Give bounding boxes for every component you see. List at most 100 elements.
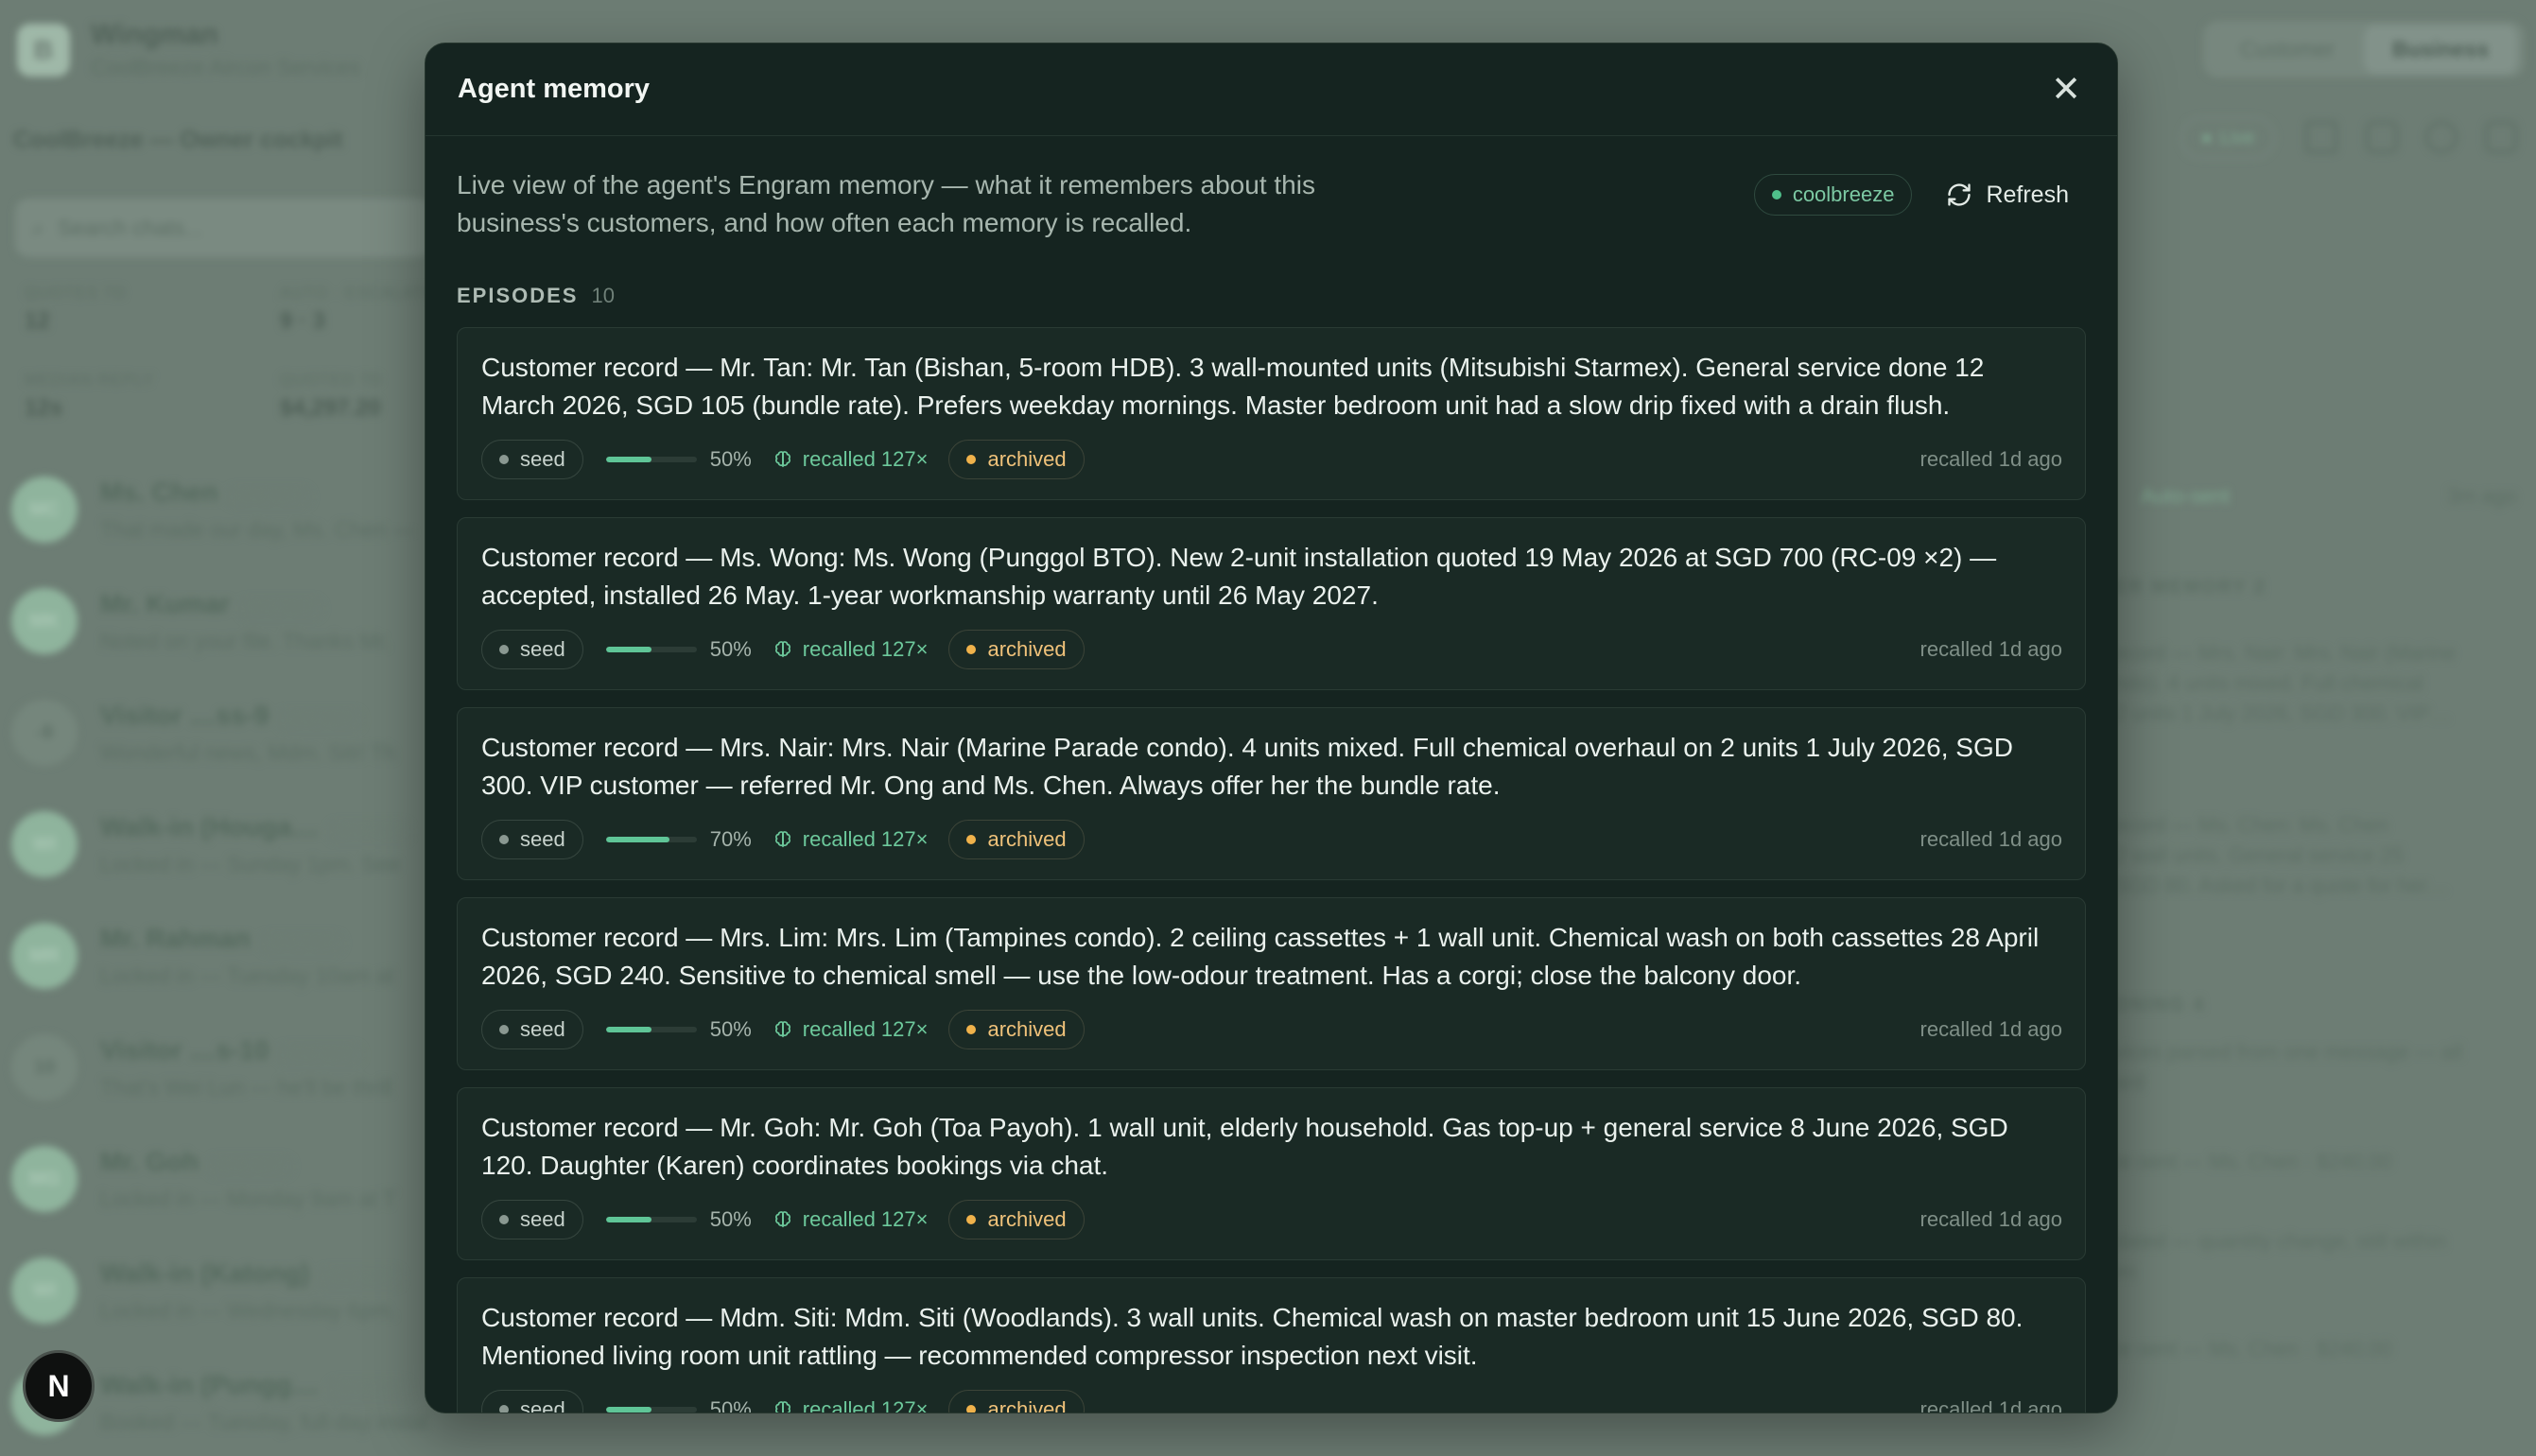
recall-count: recalled 127×: [773, 1017, 929, 1042]
strength-bar: [605, 457, 697, 462]
reasoning-heading: ONING 4: [2114, 995, 2206, 1015]
strength-meter: 70%: [605, 827, 752, 852]
strength-fill: [605, 1407, 651, 1413]
refresh-icon: [1948, 183, 1971, 206]
nextjs-dev-badge[interactable]: N: [23, 1350, 95, 1422]
brain-icon[interactable]: [2425, 121, 2458, 153]
strength-percent: 50%: [709, 1397, 752, 1413]
strength-meter: 50%: [605, 1017, 752, 1042]
recall-count: recalled 127×: [773, 1397, 928, 1413]
status-dot: [966, 1405, 977, 1413]
chat-name: Walk-in (Pungg…: [100, 1369, 319, 1399]
stat-label: QUOTES 7D: [25, 284, 127, 302]
strength-percent: 50%: [709, 1207, 752, 1231]
cockpit-title: CoolBreeze — Owner cockpit: [13, 127, 343, 153]
tab-business[interactable]: Business: [2364, 25, 2517, 74]
source-label: seed: [520, 637, 565, 661]
memory-snippet: SGD 80. Asked for a quote for her…: [2114, 874, 2449, 897]
episode-meta: seed 50% recalled 127× archived recalled…: [481, 1010, 2062, 1049]
history-tag: HISTORY: [259, 932, 344, 953]
episode-card[interactable]: Customer record — Mrs. Nair: Mrs. Nair (…: [457, 707, 2086, 880]
chat-list-item[interactable]: WI Walk-in (Katong) HISTORY Locked in — Wed…: [0, 1235, 435, 1346]
episode-text: Customer record — Mr. Goh: Mr. Goh (Toa …: [481, 1113, 2008, 1180]
memory-snippet: ecord — Ms. Chen: Ms. Chen: [2114, 813, 2388, 837]
source-label: seed: [520, 1207, 565, 1231]
stat-value: 12: [25, 308, 50, 334]
episode-text: Customer record — Mr. Tan: Mr. Tan (Bish…: [481, 353, 1985, 420]
source-badge: seed: [481, 440, 583, 479]
brand: B Wingman CoolBreeze Aircon Services: [17, 19, 360, 80]
agent-memory-dialog: Agent memory ✕ Live view of the agent's …: [425, 43, 2118, 1413]
live-label: Live: [2219, 127, 2255, 148]
recall-count: recalled 127×: [773, 637, 929, 662]
episode-meta: seed 50% recalled 127× archived recalled…: [481, 440, 2062, 479]
episode-card[interactable]: Customer record — Mdm. Siti: Mdm. Siti (…: [457, 1277, 2086, 1413]
status-dot: [966, 455, 977, 464]
status-badge: archived: [948, 1200, 1085, 1239]
status-badge: archived: [948, 1010, 1085, 1049]
episode-card[interactable]: Customer record — Mrs. Lim: Mrs. Lim (Ta…: [457, 897, 2086, 1070]
source-badge: seed: [481, 630, 583, 669]
close-icon[interactable]: ✕: [2047, 71, 2085, 109]
episode-text: Customer record — Ms. Wong: Ms. Wong (Pu…: [481, 543, 1997, 610]
episode-text: Customer record — Mrs. Nair: Mrs. Nair (…: [481, 733, 2013, 800]
history-tag: HISTORY: [327, 821, 412, 841]
chat-list-item[interactable]: 10 Visitor …s-10 HISTORY That's Wei Lun — h…: [0, 1012, 435, 1123]
episode-meta: seed 70% recalled 127× archived recalled…: [481, 820, 2062, 859]
episode-card[interactable]: Customer record — Ms. Wong: Ms. Wong (Pu…: [457, 517, 2086, 690]
intro-row: Live view of the agent's Engram memory —…: [457, 136, 2086, 242]
chat-name: Visitor …ss-9: [100, 700, 269, 730]
reasoning-item: te sent — Ms. Chen · $240.00: [2114, 1150, 2392, 1173]
episode-card[interactable]: Customer record — Mr. Tan: Mr. Tan (Bish…: [457, 327, 2086, 500]
episode-card[interactable]: Customer record — Mr. Goh: Mr. Goh (Toa …: [457, 1087, 2086, 1260]
reasoning-item: te sent — Ms. Chen · $240.00: [2114, 1337, 2392, 1361]
brand-subtitle: CoolBreeze Aircon Services: [91, 55, 361, 79]
recall-count-label: recalled 127×: [802, 637, 929, 661]
chat-snippet: Wonderful news, Mdm. Siti! Th: [100, 739, 396, 765]
strength-fill: [605, 1217, 651, 1222]
document-icon[interactable]: [2366, 121, 2398, 153]
dialog-body: Live view of the agent's Engram memory —…: [426, 136, 2117, 1413]
brain-icon: [774, 1021, 790, 1038]
strength-bar: [605, 1027, 697, 1032]
source-label: seed: [520, 827, 565, 851]
memory-snippet: ndo). 4 units mixed. Full chemical: [2114, 671, 2423, 695]
chat-list-item[interactable]: MK Mr. Kumar HISTORY Noted on your file. Th…: [0, 565, 435, 677]
strength-percent: 70%: [709, 827, 752, 851]
chat-list-item[interactable]: MC Ms. Chen HISTORY That made our day, Ms. …: [0, 454, 435, 565]
refresh-button[interactable]: Refresh: [1946, 182, 2069, 209]
chat-list-item[interactable]: -9 Visitor …ss-9 HISTORY Wonderful news, Md…: [0, 677, 435, 789]
chat-name: Visitor …s-10: [100, 1034, 269, 1065]
activity-icon[interactable]: [2305, 121, 2337, 153]
sidebar: B Wingman CoolBreeze Aircon Services Coo…: [0, 0, 435, 1456]
trash-icon[interactable]: [2485, 121, 2517, 153]
history-tag: HISTORY: [319, 1267, 403, 1288]
source-label: seed: [520, 1397, 565, 1413]
status-dot: [966, 1025, 977, 1034]
status-badge: archived: [948, 630, 1085, 669]
reasoning-item: dated — quantity change, still within: [2114, 1229, 2446, 1253]
chat-list-item[interactable]: MG Mr. Goh HISTORY Locked in — Monday 9am a…: [0, 1123, 435, 1235]
history-tag: HISTORY: [278, 1044, 362, 1065]
source-badge: seed: [481, 1390, 583, 1413]
strength-meter: 50%: [605, 447, 752, 472]
strength-percent: 50%: [709, 637, 752, 661]
dialog-description: Live view of the agent's Engram memory —…: [457, 170, 1315, 237]
avatar: 10: [11, 1034, 78, 1101]
chat-name: Walk-in (Katong): [100, 1257, 310, 1288]
chat-list-item[interactable]: WI Walk-in (Houga… HISTORY Locked in — Sund…: [0, 789, 435, 900]
avatar: WI: [11, 811, 78, 877]
strength-fill: [605, 837, 669, 842]
recall-count-label: recalled 127×: [802, 1017, 929, 1041]
source-badge: seed: [481, 1200, 583, 1239]
tab-customer[interactable]: Customer: [2211, 37, 2364, 62]
brand-name: Wingman: [91, 19, 218, 50]
source-dot: [499, 455, 509, 464]
time-ago: 3m ago: [2447, 484, 2517, 508]
status-badge: archived: [948, 1390, 1085, 1413]
episode-meta: seed 50% recalled 127× archived recalled…: [481, 1200, 2062, 1239]
chat-list-item[interactable]: MR Mr. Rahman HISTORY Locked in — Tuesday 1…: [0, 900, 435, 1012]
chat-search-input[interactable]: ⌕ Search chats...: [15, 199, 431, 257]
history-tag: HISTORY: [327, 1378, 412, 1399]
source-dot: [499, 835, 509, 844]
